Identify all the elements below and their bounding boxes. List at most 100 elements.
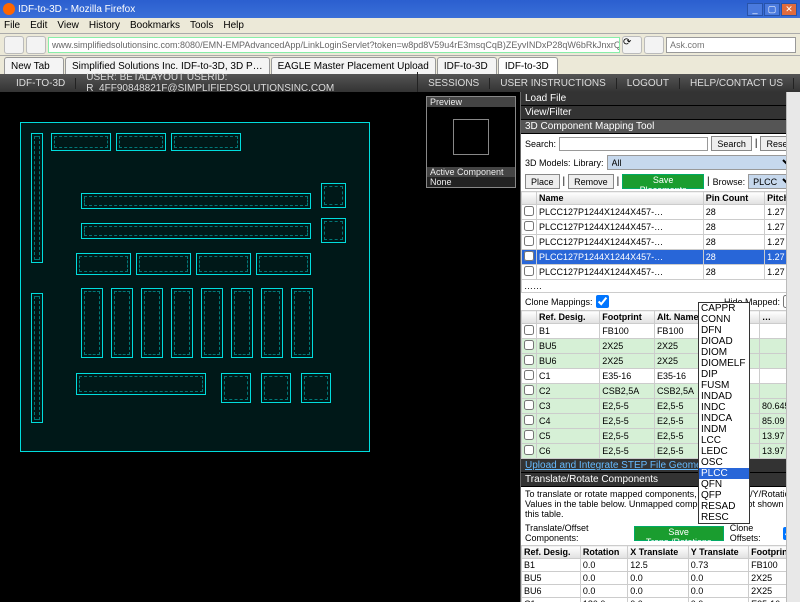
nav-logout[interactable]: LOGOUT [617, 78, 680, 89]
table-row[interactable]: PLCC127P1244X1244X457-…281.27 [522, 220, 800, 235]
dropdown-item[interactable]: INDM [699, 424, 749, 435]
dropdown-item[interactable]: RESC [699, 512, 749, 523]
clone-mappings-label: Clone Mappings: [525, 297, 593, 307]
table-row[interactable]: BU60.00.00.02X25 [522, 585, 800, 598]
row-check[interactable] [524, 340, 534, 350]
dropdown-item[interactable]: INDCA [699, 413, 749, 424]
components-table: NamePin CountPitch PLCC127P1244X1244X457… [521, 191, 800, 293]
row-check[interactable] [524, 251, 534, 261]
stop-button[interactable] [644, 36, 664, 54]
table-row[interactable]: C6E2,5-5E2,5-5E2,5-513.97 [522, 444, 800, 459]
dropdown-item[interactable]: DIP [699, 369, 749, 380]
minimize-button[interactable]: _ [747, 3, 763, 16]
save-placements-button[interactable]: Save Placements [622, 174, 704, 189]
table-row[interactable]: C3E2,5-5E2,5-5E2,5-580.645 [522, 399, 800, 414]
dropdown-item[interactable]: FUSM [699, 380, 749, 391]
dropdown-item[interactable]: DIOM [699, 347, 749, 358]
maximize-button[interactable]: ▢ [764, 3, 780, 16]
dropdown-item[interactable]: RESAD [699, 501, 749, 512]
clone-mappings-check[interactable] [596, 295, 609, 308]
table-row[interactable]: BU50.00.00.02X25 [522, 572, 800, 585]
row-check[interactable] [524, 325, 534, 335]
load-file-header[interactable]: Load File [521, 92, 800, 106]
nav-instructions[interactable]: USER INSTRUCTIONS [490, 78, 617, 89]
tab-4[interactable]: IDF-to-3D [437, 57, 497, 74]
dropdown-item[interactable]: CONN [699, 314, 749, 325]
app-home[interactable]: IDF-TO-3D [6, 78, 76, 89]
tab-1[interactable]: New Tab [4, 57, 64, 74]
dropdown-item[interactable]: OSC [699, 457, 749, 468]
firefox-icon [3, 3, 15, 15]
row-check[interactable] [524, 430, 534, 440]
url-bar[interactable]: www.simplifiedsolutionsinc.com:8080/EMN-… [48, 37, 620, 53]
table-row[interactable]: BU52X252X25TSW- [522, 339, 800, 354]
dropdown-item[interactable]: LEDC [699, 446, 749, 457]
tab-5-active[interactable]: IDF-to-3D [498, 57, 558, 74]
table-row[interactable]: PLCC127P1244X1244X457-…281.27 [522, 235, 800, 250]
row-check[interactable] [524, 385, 534, 395]
row-check[interactable] [524, 221, 534, 231]
nav-sessions[interactable]: SESSIONS [418, 78, 490, 89]
dropdown-item[interactable]: INDC [699, 402, 749, 413]
row-check[interactable] [524, 236, 534, 246]
table-row[interactable]: BU62X252X25TSW- [522, 354, 800, 369]
remove-button[interactable]: Remove [568, 174, 614, 189]
clone-offsets-label: Clone Offsets: [730, 523, 780, 543]
back-button[interactable] [4, 36, 24, 54]
dropdown-item[interactable]: PLCC [699, 468, 749, 479]
table-row[interactable]: C1180.00.00.0E35-16 [522, 598, 800, 602]
active-component-value: None [427, 177, 515, 187]
place-button[interactable]: Place [525, 174, 560, 189]
preview-panel: Preview Active Component None [426, 96, 516, 188]
pcb-viewer[interactable]: Preview Active Component None [0, 92, 520, 602]
menu-help[interactable]: Help [223, 20, 244, 31]
table-row[interactable]: PLCC127P1244X1244X457-…281.27 [522, 265, 800, 280]
menu-tools[interactable]: Tools [190, 20, 213, 31]
row-check[interactable] [524, 400, 534, 410]
upload-step-link[interactable]: Upload and Integrate STEP File Geometry [521, 459, 800, 473]
offset-table: Ref. Desig.RotationX TranslateY Translat… [521, 545, 800, 602]
dropdown-item[interactable]: CAPPR [699, 303, 749, 314]
table-row[interactable]: C1E35-16E35-16RESA [522, 369, 800, 384]
dropdown-item[interactable]: LCC [699, 435, 749, 446]
dropdown-item[interactable]: DIOAD [699, 336, 749, 347]
search-input[interactable] [559, 137, 708, 151]
browser-search[interactable] [666, 37, 796, 53]
row-check[interactable] [524, 415, 534, 425]
table-row[interactable]: PLCC127P1244X1244X457-…281.27 [522, 205, 800, 220]
table-row[interactable]: C5E2,5-5E2,5-5E2,5-513.97 [522, 429, 800, 444]
row-check[interactable] [524, 370, 534, 380]
save-trans-button[interactable]: Save Trans./Rotations [634, 526, 724, 541]
menu-bookmarks[interactable]: Bookmarks [130, 20, 180, 31]
menu-view[interactable]: View [57, 20, 79, 31]
browse-dropdown-list[interactable]: CAPPRCONNDFNDIOADDIOMDIOMELFDIPFUSMINDAD… [698, 302, 750, 524]
menu-edit[interactable]: Edit [30, 20, 47, 31]
mapping-tool-header: 3D Component Mapping Tool [521, 120, 800, 134]
row-check[interactable] [524, 445, 534, 455]
table-row[interactable]: B1FB100FB100FB-100 [522, 324, 800, 339]
table-row[interactable]: PLCC127P1244X1244X457-…281.27 [522, 250, 800, 265]
dropdown-item[interactable]: DFN [699, 325, 749, 336]
reload-button[interactable]: ⟳ [622, 36, 642, 54]
dropdown-item[interactable]: INDAD [699, 391, 749, 402]
menu-file[interactable]: File [4, 20, 20, 31]
view-filter-header[interactable]: View/Filter [521, 106, 800, 120]
dropdown-item[interactable]: QFP [699, 490, 749, 501]
table-row[interactable]: B10.012.50.73FB100 [522, 559, 800, 572]
menu-history[interactable]: History [89, 20, 120, 31]
row-check[interactable] [524, 206, 534, 216]
scrollbar[interactable] [786, 92, 800, 602]
forward-button[interactable] [26, 36, 46, 54]
nav-help[interactable]: HELP/CONTACT US [680, 78, 794, 89]
dropdown-item[interactable]: DIOMELF [699, 358, 749, 369]
browse-label: Browse: [713, 177, 746, 187]
table-row[interactable]: C4E2,5-5E2,5-5E2,5-585.09 [522, 414, 800, 429]
table-row[interactable]: C2CSB2,5ACSB2,5ARESA [522, 384, 800, 399]
dropdown-item[interactable]: QFN [699, 479, 749, 490]
library-select[interactable]: All [607, 155, 796, 170]
row-check[interactable] [524, 355, 534, 365]
search-button[interactable]: Search [711, 136, 752, 151]
close-button[interactable]: ✕ [781, 3, 797, 16]
window-titlebar: IDF-to-3D - Mozilla Firefox _ ▢ ✕ [0, 0, 800, 18]
row-check[interactable] [524, 266, 534, 276]
